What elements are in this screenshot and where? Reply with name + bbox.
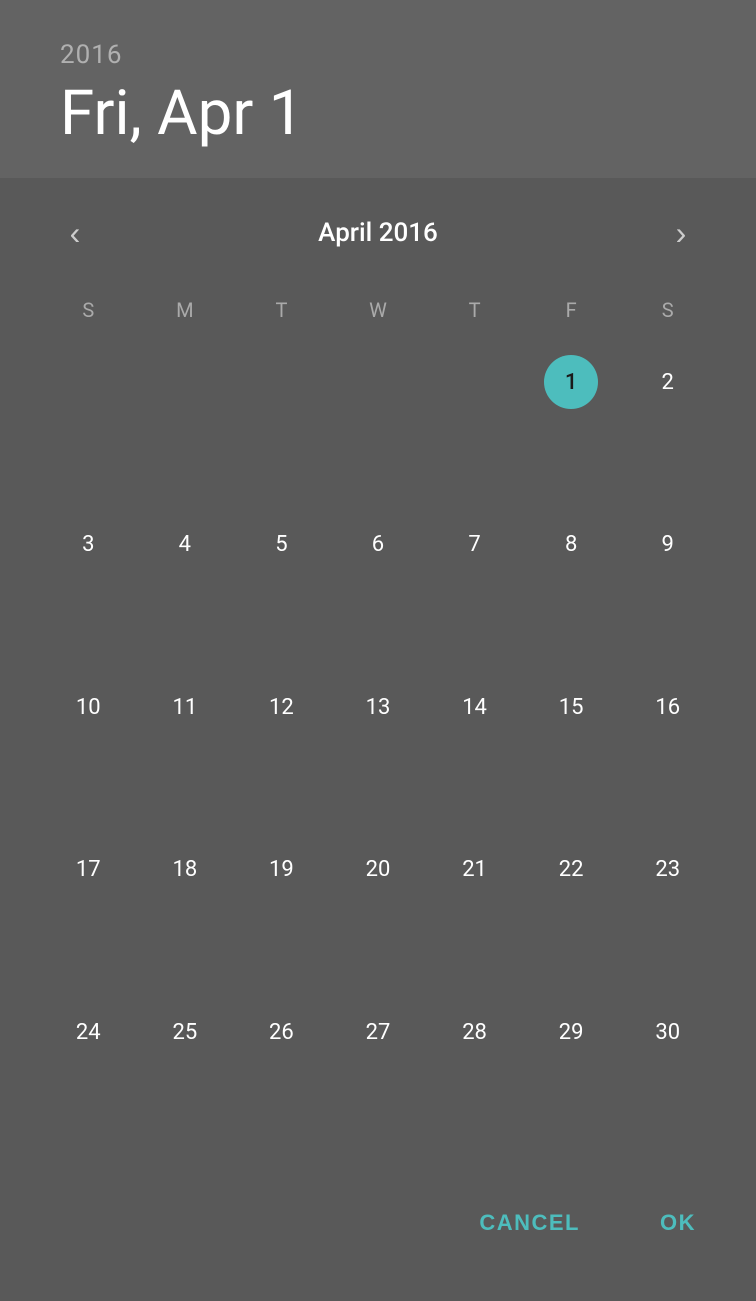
date-picker-dialog: 2016 Fri, Apr 1 ‹ April 2016 › S M T W T… xyxy=(0,0,756,1301)
day-cell-empty xyxy=(330,342,427,422)
dialog-footer: CANCEL OK xyxy=(0,1175,756,1301)
day-cell-25[interactable]: 25 xyxy=(137,992,234,1072)
day-cell-19[interactable]: 19 xyxy=(233,830,330,910)
day-cell-3[interactable]: 3 xyxy=(40,505,137,585)
day-cell-13[interactable]: 13 xyxy=(330,667,427,747)
day-cell-empty xyxy=(426,342,523,422)
day-headers-row: S M T W T F S xyxy=(40,288,716,332)
day-cell-15[interactable]: 15 xyxy=(523,667,620,747)
header-date: Fri, Apr 1 xyxy=(60,80,696,148)
day-cell-2[interactable]: 2 xyxy=(619,342,716,422)
day-cell-23[interactable]: 23 xyxy=(619,830,716,910)
day-cell-5[interactable]: 5 xyxy=(233,505,330,585)
day-cell-20[interactable]: 20 xyxy=(330,830,427,910)
day-cell-11[interactable]: 11 xyxy=(137,667,234,747)
next-month-button[interactable]: › xyxy=(656,208,706,258)
day-cell-17[interactable]: 17 xyxy=(40,830,137,910)
day-header-thu: T xyxy=(426,288,523,332)
day-header-mon: M xyxy=(137,288,234,332)
day-cell-9[interactable]: 9 xyxy=(619,505,716,585)
day-cell-7[interactable]: 7 xyxy=(426,505,523,585)
day-cell-24[interactable]: 24 xyxy=(40,992,137,1072)
day-cell-29[interactable]: 29 xyxy=(523,992,620,1072)
day-cell-1[interactable]: 1 xyxy=(523,342,620,422)
calendar-header: 2016 Fri, Apr 1 xyxy=(0,0,756,178)
day-cell-empty xyxy=(233,342,330,422)
day-cell-6[interactable]: 6 xyxy=(330,505,427,585)
day-cell-10[interactable]: 10 xyxy=(40,667,137,747)
calendar-grid: 1234567891011121314151617181920212223242… xyxy=(40,342,716,1155)
day-cell-30[interactable]: 30 xyxy=(619,992,716,1072)
month-navigation: ‹ April 2016 › xyxy=(40,208,716,258)
header-year: 2016 xyxy=(60,40,696,70)
day-header-tue: T xyxy=(233,288,330,332)
day-cell-empty xyxy=(137,342,234,422)
day-header-sun: S xyxy=(40,288,137,332)
cancel-button[interactable]: CANCEL xyxy=(459,1195,600,1251)
day-cell-14[interactable]: 14 xyxy=(426,667,523,747)
day-header-sat: S xyxy=(619,288,716,332)
day-cell-12[interactable]: 12 xyxy=(233,667,330,747)
ok-button[interactable]: OK xyxy=(640,1195,716,1251)
day-cell-27[interactable]: 27 xyxy=(330,992,427,1072)
day-cell-26[interactable]: 26 xyxy=(233,992,330,1072)
day-cell-22[interactable]: 22 xyxy=(523,830,620,910)
day-header-wed: W xyxy=(330,288,427,332)
day-header-fri: F xyxy=(523,288,620,332)
day-cell-16[interactable]: 16 xyxy=(619,667,716,747)
month-title: April 2016 xyxy=(318,218,438,248)
day-cell-4[interactable]: 4 xyxy=(137,505,234,585)
day-cell-21[interactable]: 21 xyxy=(426,830,523,910)
day-cell-18[interactable]: 18 xyxy=(137,830,234,910)
day-cell-8[interactable]: 8 xyxy=(523,505,620,585)
prev-month-button[interactable]: ‹ xyxy=(50,208,100,258)
calendar-section: ‹ April 2016 › S M T W T F S 12345678910… xyxy=(0,178,756,1175)
day-cell-empty xyxy=(40,342,137,422)
day-cell-28[interactable]: 28 xyxy=(426,992,523,1072)
